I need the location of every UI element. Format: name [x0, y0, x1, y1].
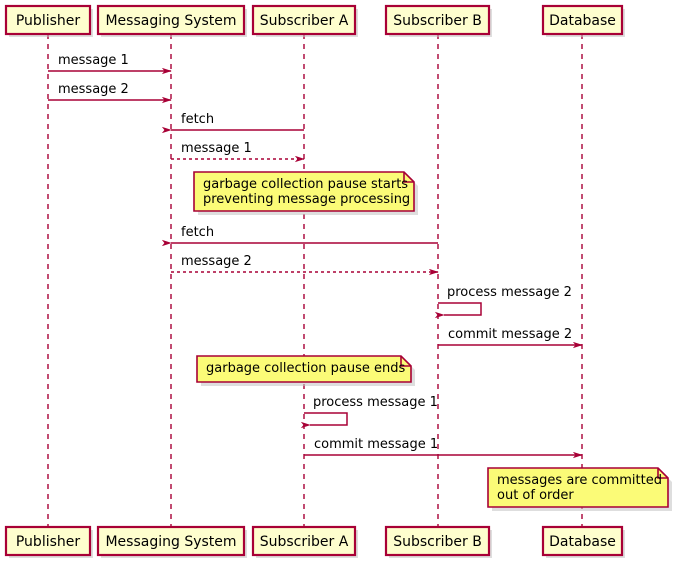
- participant-label: Subscriber A: [260, 13, 349, 29]
- message-label: message 2: [181, 254, 252, 269]
- participant-footers-group: Publisher Messaging System Subscriber A Sub…: [4, 525, 625, 558]
- message-m4[interactable]: message 1: [171, 141, 305, 163]
- participant-label: Publisher: [16, 13, 81, 29]
- participant-footer-subscriber-a[interactable]: Subscriber A: [251, 525, 358, 558]
- participant-label: Publisher: [16, 534, 81, 550]
- message-label: message 2: [58, 82, 129, 97]
- participant-label: Subscriber B: [393, 534, 482, 550]
- notes-group: garbage collection pause startspreventin…: [193, 171, 672, 511]
- note-line: out of order: [497, 488, 574, 503]
- participant-header-subscriber-b[interactable]: Subscriber B: [384, 4, 492, 37]
- messages-group: message 1 message 2 fetch message 1 fetch mes…: [48, 53, 583, 459]
- message-m9[interactable]: process message 1: [300, 395, 438, 429]
- participant-footer-subscriber-b[interactable]: Subscriber B: [384, 525, 492, 558]
- message-label: message 1: [58, 53, 129, 68]
- participant-footer-publisher[interactable]: Publisher: [4, 525, 93, 558]
- participant-headers-group: Publisher Messaging System Subscriber A Sub…: [4, 4, 625, 37]
- message-m8[interactable]: commit message 2: [438, 327, 583, 349]
- self-message-line: [434, 302, 482, 319]
- participant-label: Database: [549, 534, 616, 550]
- note-line: preventing message processing: [203, 192, 410, 207]
- participant-header-messaging-system[interactable]: Messaging System: [96, 4, 247, 37]
- participant-label: Database: [549, 13, 616, 29]
- message-m2[interactable]: message 2: [48, 82, 172, 104]
- note-line: messages are committed: [497, 473, 662, 488]
- note-note-gc-start[interactable]: garbage collection pause startspreventin…: [193, 171, 418, 215]
- message-label: fetch: [181, 112, 214, 127]
- message-label: commit message 1: [314, 437, 438, 452]
- participant-label: Subscriber B: [393, 13, 482, 29]
- participant-label: Subscriber A: [260, 534, 349, 550]
- note-note-gc-end[interactable]: garbage collection pause ends: [196, 355, 415, 386]
- message-label: message 1: [181, 141, 252, 156]
- note-note-out-of-order[interactable]: messages are committedout of order: [487, 467, 672, 511]
- participant-footer-database[interactable]: Database: [541, 525, 625, 558]
- lifelines-group: [47, 34, 583, 527]
- message-m10[interactable]: commit message 1: [304, 437, 583, 459]
- message-label: fetch: [181, 225, 214, 240]
- message-m1[interactable]: message 1: [48, 53, 172, 75]
- message-label: process message 2: [447, 285, 572, 300]
- participant-header-publisher[interactable]: Publisher: [4, 4, 93, 37]
- sequence-diagram-canvas: message 1 message 2 fetch message 1 fetch mes…: [4, 4, 672, 558]
- participant-header-database[interactable]: Database: [541, 4, 625, 37]
- participant-footer-messaging-system[interactable]: Messaging System: [96, 525, 247, 558]
- self-message-line: [300, 412, 348, 429]
- note-line: garbage collection pause ends: [206, 361, 406, 376]
- message-label: commit message 2: [448, 327, 572, 342]
- note-line: garbage collection pause starts: [203, 177, 408, 192]
- message-m7[interactable]: process message 2: [434, 285, 572, 319]
- message-label: process message 1: [313, 395, 438, 410]
- participant-header-subscriber-a[interactable]: Subscriber A: [251, 4, 358, 37]
- participant-label: Messaging System: [105, 13, 236, 29]
- message-m3[interactable]: fetch: [161, 112, 304, 134]
- participant-label: Messaging System: [105, 534, 236, 550]
